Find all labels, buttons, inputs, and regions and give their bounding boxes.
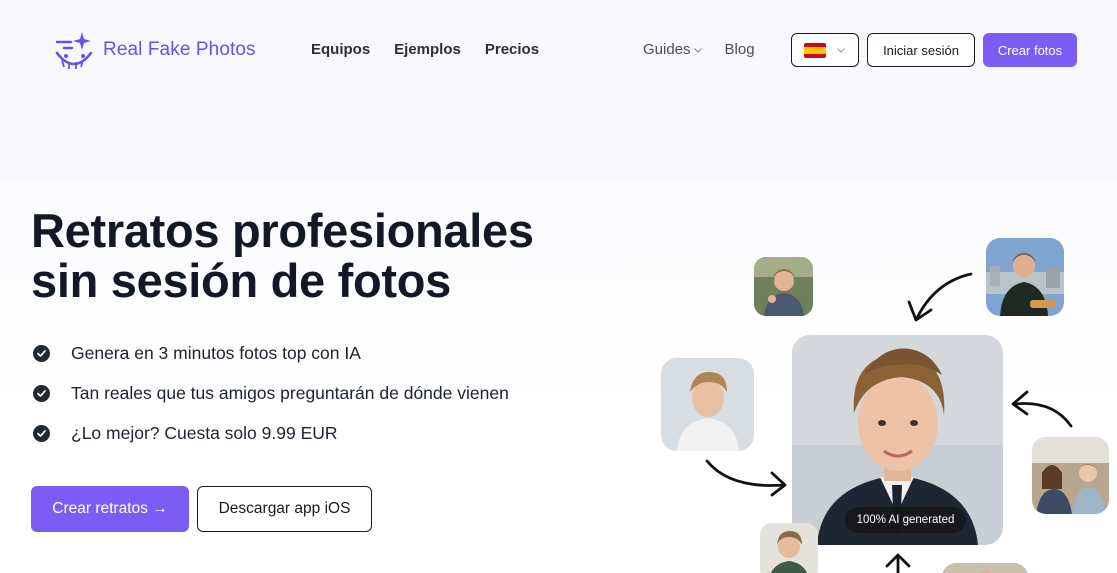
feature-text: Tan reales que tus amigos preguntarán de…	[71, 382, 509, 403]
create-photos-button[interactable]: Crear fotos	[983, 33, 1077, 67]
hero-title-line-2: sin sesión de fotos	[31, 254, 451, 307]
landing-page: Real Fake Photos Equipos Ejemplos Precio…	[0, 0, 1117, 573]
chevron-down-icon	[693, 47, 702, 53]
sample-group-photo	[1032, 437, 1109, 514]
create-portraits-button[interactable]: Crear retratos →	[31, 486, 189, 532]
feature-item: Tan reales que tus amigos preguntarán de…	[33, 373, 509, 413]
curved-arrow-icon	[705, 459, 787, 497]
feature-list: Genera en 3 minutos fotos top con IA Tan…	[33, 333, 509, 453]
language-selector[interactable]	[791, 33, 859, 67]
nav-item-ejemplos[interactable]: Ejemplos	[394, 41, 461, 58]
spain-flag-icon	[804, 42, 826, 58]
logo-link[interactable]: Real Fake Photos	[53, 29, 256, 71]
nav-item-precios[interactable]: Precios	[485, 41, 539, 58]
check-circle-icon	[33, 384, 50, 402]
chevron-down-icon	[837, 48, 845, 53]
sample-city-photo	[986, 238, 1064, 316]
blog-link[interactable]: Blog	[725, 41, 755, 58]
feature-text: ¿Lo mejor? Cuesta solo 9.99 EUR	[71, 422, 338, 443]
main-nav: Equipos Ejemplos Precios	[311, 41, 539, 58]
curved-arrow-icon	[1011, 390, 1073, 428]
nav-item-equipos[interactable]: Equipos	[311, 41, 370, 58]
ai-generated-badge: 100% AI generated	[845, 507, 966, 533]
feature-text: Genera en 3 minutos fotos top con IA	[71, 342, 361, 363]
secondary-nav: Guides Blog	[643, 41, 755, 58]
feature-item: ¿Lo mejor? Cuesta solo 9.99 EUR	[33, 413, 509, 453]
login-button[interactable]: Iniciar sesión	[867, 33, 975, 67]
check-circle-icon	[33, 344, 50, 362]
sample-bottom-photo	[760, 523, 818, 573]
check-circle-icon	[33, 424, 50, 442]
download-ios-app-button[interactable]: Descargar app iOS	[197, 486, 372, 532]
feature-item: Genera en 3 minutos fotos top con IA	[33, 333, 509, 373]
guides-dropdown[interactable]: Guides	[643, 41, 703, 58]
hero-title-line-1: Retratos profesionales	[31, 204, 534, 257]
logo-text: Real Fake Photos	[103, 39, 256, 60]
sample-portrait-photo	[661, 358, 754, 451]
hero-title: Retratos profesionales sin sesión de fot…	[31, 206, 591, 306]
curved-arrow-icon	[885, 553, 911, 573]
guides-label: Guides	[643, 41, 691, 58]
sample-selfie-photo	[754, 257, 813, 316]
sample-partial-photo	[942, 563, 1028, 573]
logo-sparkle-smile-icon	[55, 32, 93, 69]
curved-arrow-icon	[907, 272, 973, 322]
